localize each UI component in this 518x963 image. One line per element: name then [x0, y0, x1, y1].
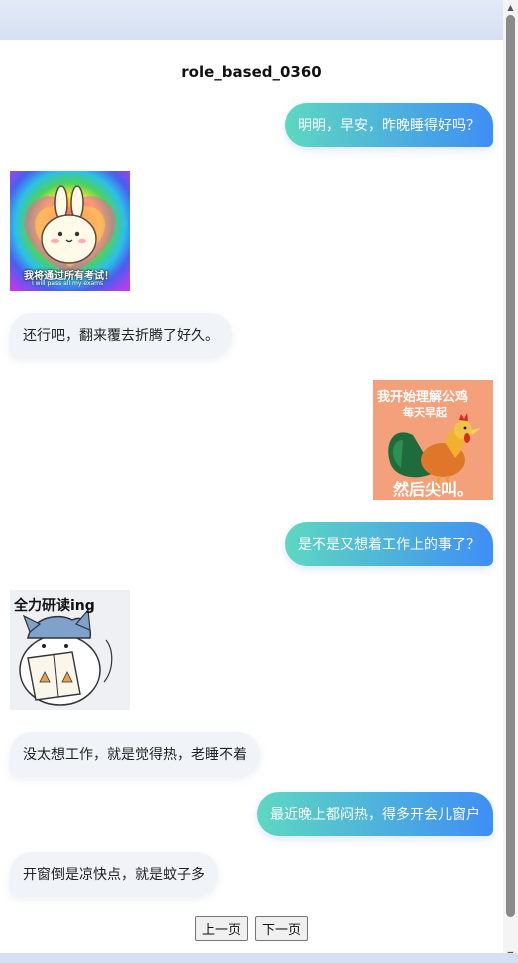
- prev-page-button[interactable]: 上一页: [194, 916, 248, 941]
- chat-bubble-sent: 是不是又想着工作上的事了？: [285, 522, 493, 566]
- page-title: role_based_0360: [181, 63, 322, 81]
- sticker-caption: 全力研读ing: [14, 598, 95, 614]
- sticker-rooster-image: 我开始理解公鸡 每天早起 然后尖叫。: [373, 380, 493, 500]
- sticker-caption-mid: 每天早起: [403, 406, 447, 419]
- pagination: 上一页 下一页: [0, 916, 503, 941]
- sticker-cat-reading-image: 全力研读ing: [10, 590, 130, 710]
- chat-bubble-received: 没太想工作，就是觉得热，老睡不着: [10, 732, 260, 776]
- chat-panel: role_based_0360 明明，早安，昨晚睡得好吗？ 我将通过所有考试！ …: [0, 40, 503, 953]
- chat-bubble-sent: 明明，早安，昨晚睡得好吗？: [285, 103, 493, 147]
- window-bottom-band: [0, 953, 518, 963]
- sticker-caption-bottom: 然后尖叫。: [393, 480, 474, 499]
- sticker-bunny-image: 我将通过所有考试！ I will pass all my exams: [10, 171, 130, 291]
- window-top-band: [0, 0, 518, 40]
- sticker-caption-top: 我开始理解公鸡: [377, 390, 469, 405]
- chat-bubble-received: 开窗倒是凉快点，就是蚊子多: [10, 852, 218, 896]
- next-page-button[interactable]: 下一页: [255, 916, 309, 941]
- sticker-caption-en: I will pass all my exams: [32, 280, 104, 287]
- scrollbar-thumb[interactable]: [506, 15, 515, 917]
- scroll-up-arrow-icon[interactable]: ▲: [506, 3, 515, 12]
- chat-bubble-sent: 最近晚上都闷热，得多开会儿窗户: [257, 792, 493, 836]
- chat-bubble-received: 还行吧，翻来覆去折腾了好久。: [10, 313, 232, 357]
